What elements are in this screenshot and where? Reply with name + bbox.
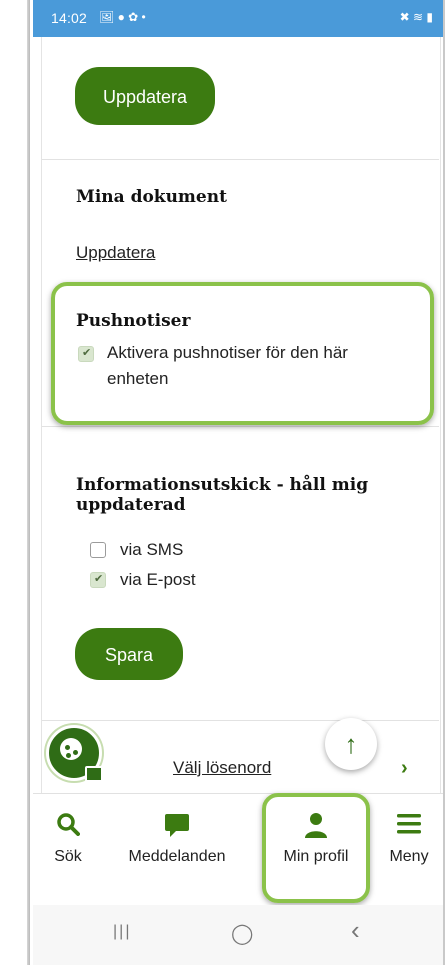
cookie-dot	[65, 745, 70, 750]
nav-item-menu[interactable]: Meny	[379, 794, 439, 906]
push-highlight-box	[51, 282, 434, 425]
status-bar: 14:02 🖼 ● ✿ • ✖ ≋ ▮	[33, 0, 443, 37]
system-icons: ✖ ≋ ▮	[399, 10, 433, 24]
recent-apps-button[interactable]: |||	[113, 923, 131, 941]
profile-highlight-box	[262, 793, 370, 903]
nav-item-search[interactable]: Sök	[33, 794, 103, 906]
lock-icon	[85, 766, 103, 782]
nav-item-messages[interactable]: Meddelanden	[117, 794, 237, 906]
android-navigation-bar: ||| ◯ ‹	[33, 905, 443, 965]
status-time: 14:02	[51, 10, 88, 26]
menu-icon	[379, 812, 439, 842]
search-icon	[33, 812, 103, 842]
cookie-bite	[60, 738, 82, 760]
chat-icon	[117, 812, 237, 842]
home-button[interactable]: ◯	[231, 921, 253, 946]
cookie-dot	[73, 750, 78, 755]
back-button[interactable]: ‹	[351, 915, 360, 946]
notification-icons: 🖼 ● ✿ •	[99, 10, 146, 24]
nav-label-messages: Meddelanden	[128, 848, 226, 865]
bottom-navigation: Sök Meddelanden Min profil Meny	[33, 793, 443, 906]
frame-edge	[0, 0, 30, 965]
scroll-to-top-button[interactable]: ↑	[325, 718, 377, 770]
arrow-up-icon: ↑	[344, 729, 358, 759]
cookie-dot	[66, 753, 71, 758]
cookie-settings-icon[interactable]	[46, 725, 103, 782]
nav-label-menu: Meny	[389, 848, 429, 865]
nav-label-search: Sök	[54, 848, 82, 865]
